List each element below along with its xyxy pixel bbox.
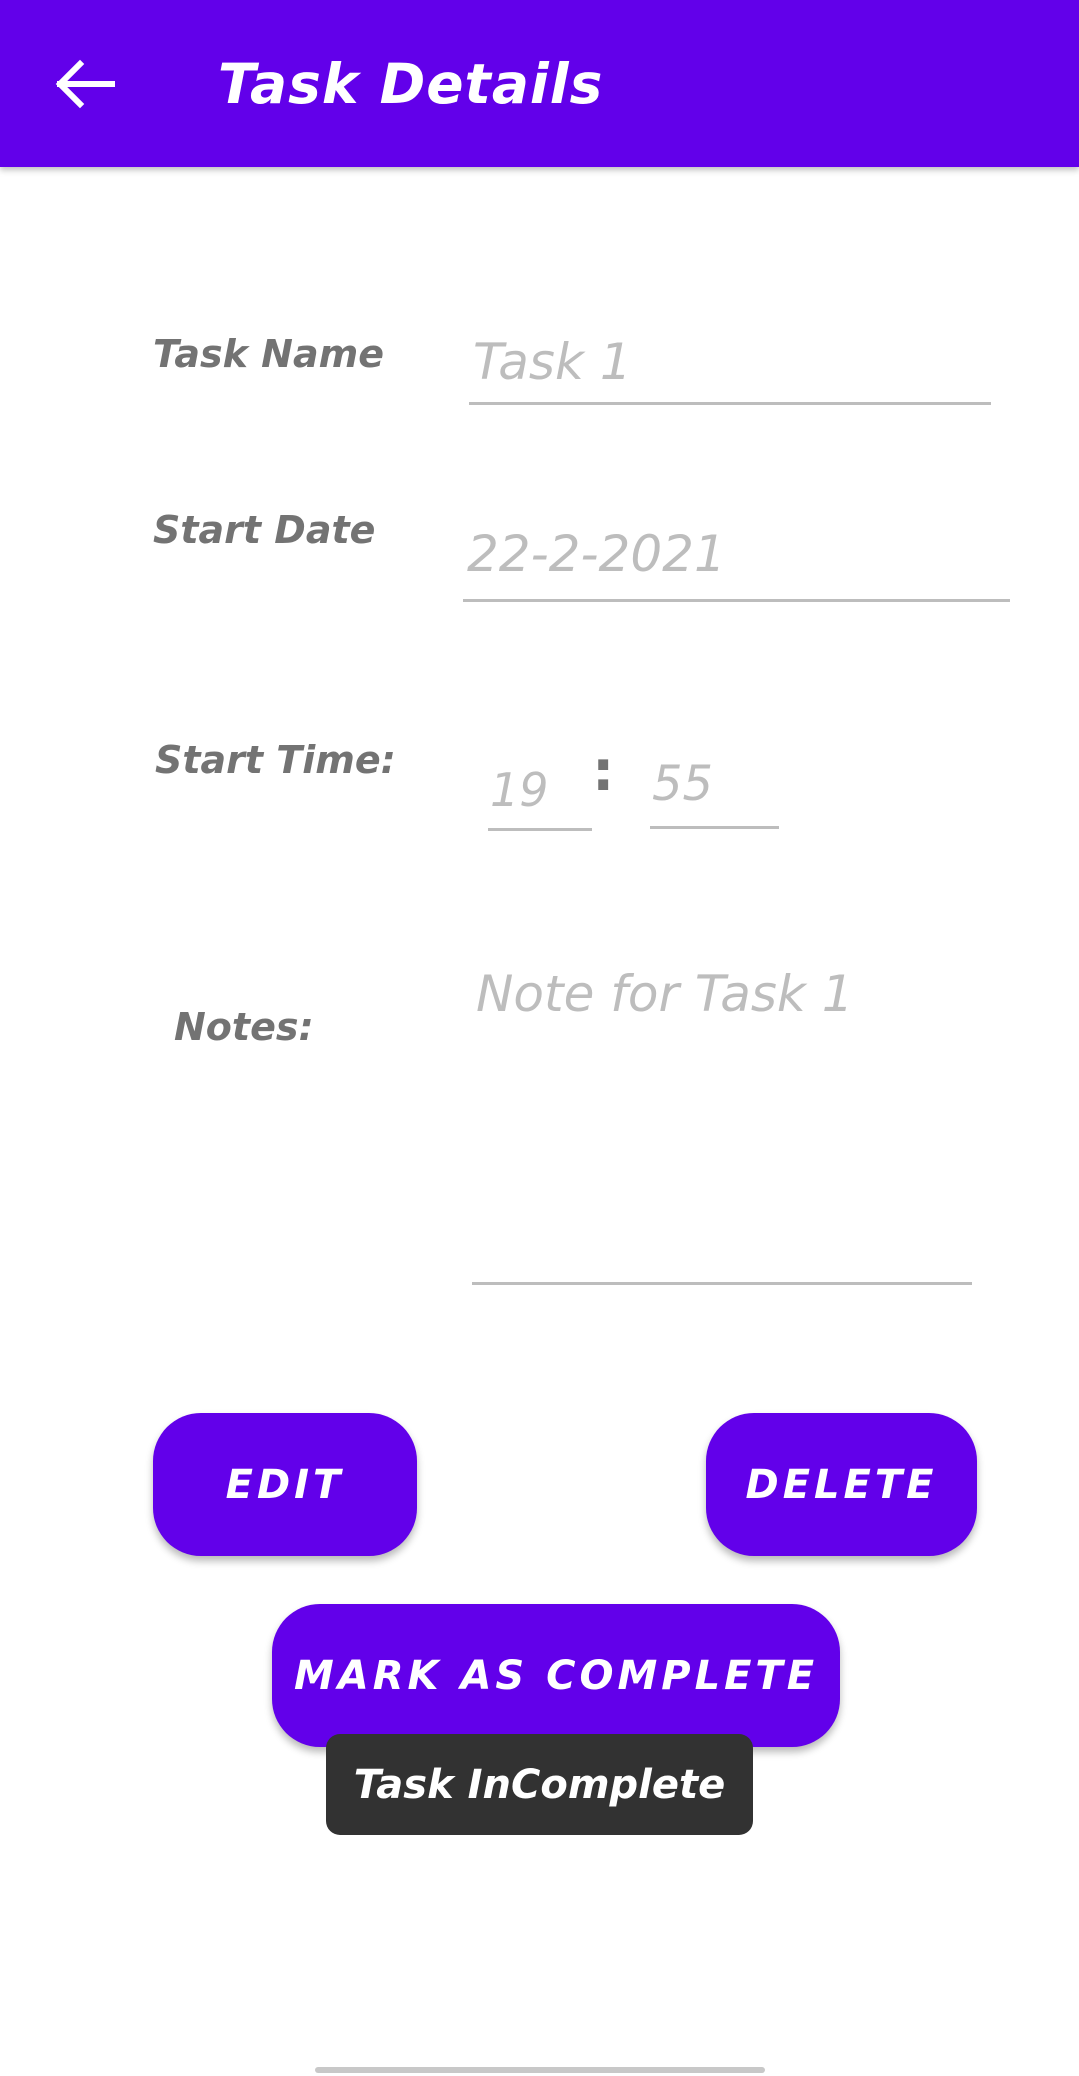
notes-label: Notes: (174, 1005, 314, 1049)
start-date-value: 22-2-2021 (467, 525, 726, 583)
start-date-field[interactable]: 22-2-2021 (463, 520, 1010, 602)
delete-button[interactable]: DELETE (706, 1413, 977, 1556)
back-button[interactable] (42, 42, 126, 126)
status-toast: Task InComplete (326, 1734, 753, 1835)
time-separator: : (592, 739, 615, 804)
start-time-label: Start Time: (155, 738, 396, 782)
task-name-field[interactable]: Task 1 (469, 326, 991, 405)
start-date-label: Start Date (153, 508, 376, 552)
start-hour-value: 19 (490, 763, 549, 817)
start-minute-value: 55 (652, 756, 714, 812)
start-minute-field[interactable]: 55 (650, 752, 779, 829)
task-details-screen: Task Details Task Name Task 1 Start Date… (0, 0, 1079, 2076)
start-hour-field[interactable]: 19 (488, 752, 592, 831)
task-name-value: Task 1 (473, 333, 632, 391)
app-bar: Task Details (0, 0, 1079, 167)
task-name-label: Task Name (153, 332, 384, 376)
notes-field[interactable]: Note for Task 1 (472, 958, 972, 1285)
home-indicator[interactable] (315, 2067, 765, 2073)
arrow-left-icon (55, 59, 115, 109)
notes-value: Note for Task 1 (476, 965, 854, 1023)
mark-complete-button[interactable]: MARK AS COMPLETE (272, 1604, 840, 1747)
edit-button[interactable]: EDIT (153, 1413, 417, 1556)
page-title: Task Details (218, 52, 604, 116)
